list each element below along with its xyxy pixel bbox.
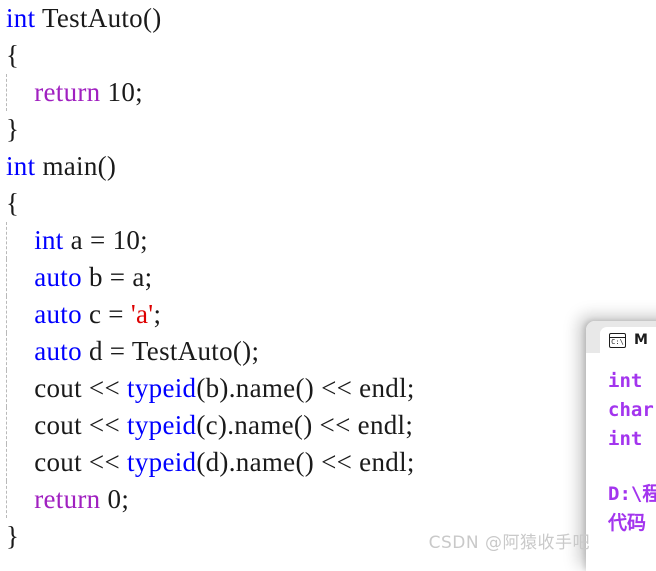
code-line[interactable]: auto d = TestAuto(); bbox=[0, 333, 656, 370]
code-token: 'a' bbox=[130, 299, 154, 329]
code-token: cout << bbox=[6, 410, 128, 440]
console-output-line: int bbox=[608, 370, 643, 392]
console-output-line: int bbox=[608, 428, 643, 450]
terminal-icon: C:\ bbox=[609, 332, 626, 348]
code-token: return bbox=[34, 77, 101, 107]
code-token: int bbox=[6, 151, 36, 181]
code-token: a = 10; bbox=[63, 225, 148, 255]
code-token: auto bbox=[34, 262, 82, 292]
code-token: ; bbox=[153, 299, 162, 329]
console-tab-title: M bbox=[634, 332, 648, 348]
console-spacer bbox=[608, 454, 656, 480]
code-line[interactable]: int main() bbox=[0, 148, 656, 185]
console-output-line: char bbox=[608, 399, 654, 421]
code-line[interactable]: } bbox=[0, 111, 656, 148]
code-token: 0; bbox=[100, 484, 130, 514]
code-line[interactable]: auto c = 'a'; bbox=[0, 296, 656, 333]
code-token: b = a; bbox=[81, 262, 153, 292]
code-token: main() bbox=[35, 151, 117, 181]
code-token: 10; bbox=[100, 77, 143, 107]
code-token: return bbox=[34, 484, 101, 514]
watermark: CSDN @阿猿收手吧 bbox=[428, 533, 590, 553]
code-token: int bbox=[6, 3, 36, 33]
code-token: int bbox=[34, 225, 64, 255]
code-line[interactable]: return 0; bbox=[0, 481, 656, 518]
console-output[interactable]: int char int D:\程代码 bbox=[600, 353, 656, 571]
code-line[interactable]: cout << typeid(d).name() << endl; bbox=[0, 444, 656, 481]
console-path-line: 代码 bbox=[608, 512, 647, 534]
code-token: typeid bbox=[127, 410, 197, 440]
code-token: } bbox=[6, 114, 20, 144]
code-token: typeid bbox=[127, 373, 197, 403]
code-token: c = bbox=[81, 299, 131, 329]
console-path-line: D:\程 bbox=[608, 483, 656, 505]
code-line[interactable]: { bbox=[0, 185, 656, 222]
code-token: typeid bbox=[127, 447, 197, 477]
code-line[interactable]: return 10; bbox=[0, 74, 656, 111]
code-token: (d).name() << endl; bbox=[196, 447, 415, 477]
code-token: d = TestAuto(); bbox=[81, 336, 260, 366]
code-line[interactable]: { bbox=[0, 37, 656, 74]
code-token: auto bbox=[34, 336, 82, 366]
console-tab[interactable]: C:\ M bbox=[600, 327, 656, 353]
console-titlebar: C:\ M bbox=[586, 321, 656, 353]
code-token: TestAuto() bbox=[35, 3, 162, 33]
code-line[interactable]: int TestAuto() bbox=[0, 0, 656, 37]
code-token: (c).name() << endl; bbox=[196, 410, 414, 440]
code-token: } bbox=[6, 521, 20, 551]
code-token: cout << bbox=[6, 373, 128, 403]
code-token: auto bbox=[34, 299, 82, 329]
console-window[interactable]: C:\ M int char int D:\程代码 bbox=[586, 321, 656, 571]
code-line[interactable]: cout << typeid(b).name() << endl; bbox=[0, 370, 656, 407]
code-line[interactable]: int a = 10; bbox=[0, 222, 656, 259]
code-token: cout << bbox=[6, 447, 128, 477]
code-token: { bbox=[6, 40, 20, 70]
code-token: (b).name() << endl; bbox=[196, 373, 415, 403]
code-line[interactable]: auto b = a; bbox=[0, 259, 656, 296]
code-token: { bbox=[6, 188, 20, 218]
code-editor[interactable]: int TestAuto(){ return 10;} int main(){ i… bbox=[0, 0, 656, 562]
code-line[interactable]: cout << typeid(c).name() << endl; bbox=[0, 407, 656, 444]
